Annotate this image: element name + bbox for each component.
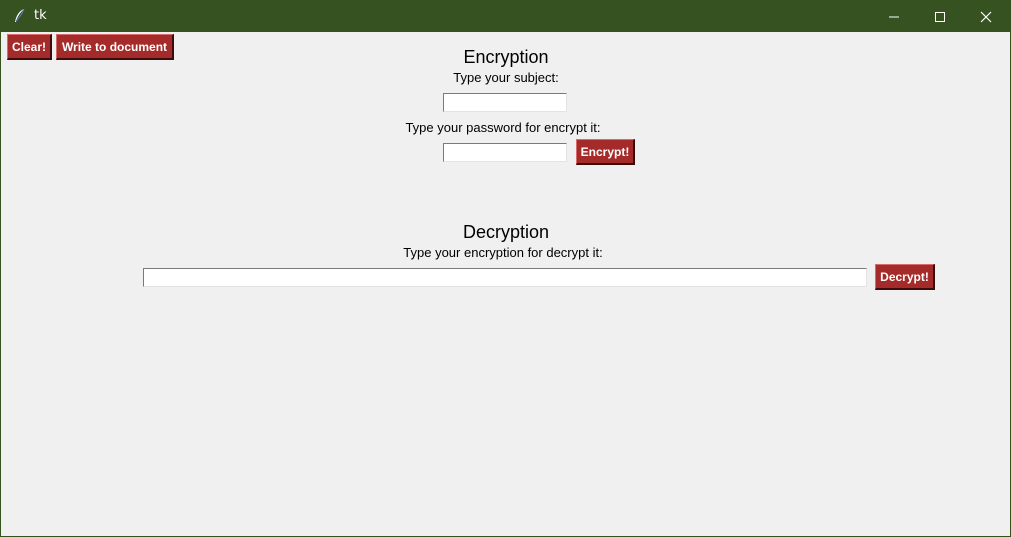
subject-input[interactable] (443, 93, 567, 112)
app-window: tk Clear! Write to document Encryption T… (0, 0, 1011, 537)
decrypt-input-label: Type your encryption for decrypt it: (403, 245, 603, 260)
encrypt-button[interactable]: Encrypt! (576, 139, 635, 165)
decryption-heading: Decryption (462, 222, 550, 242)
close-button[interactable] (963, 1, 1009, 32)
minimize-icon (888, 11, 900, 23)
feather-icon (13, 8, 27, 24)
close-icon (980, 11, 992, 23)
window-title: tk (34, 8, 47, 23)
subject-label: Type your subject: (453, 70, 559, 85)
maximize-icon (934, 11, 946, 23)
title-bar[interactable]: tk (1, 1, 1011, 32)
password-label: Type your password for encrypt it: (405, 120, 601, 135)
decrypt-button[interactable]: Decrypt! (875, 264, 935, 290)
decrypt-input[interactable] (143, 268, 867, 287)
write-to-document-button[interactable]: Write to document (56, 34, 174, 60)
minimize-button[interactable] (871, 1, 917, 32)
clear-button[interactable]: Clear! (7, 34, 52, 60)
maximize-button[interactable] (917, 1, 963, 32)
encryption-heading: Encryption (463, 47, 549, 67)
password-input[interactable] (443, 143, 567, 162)
